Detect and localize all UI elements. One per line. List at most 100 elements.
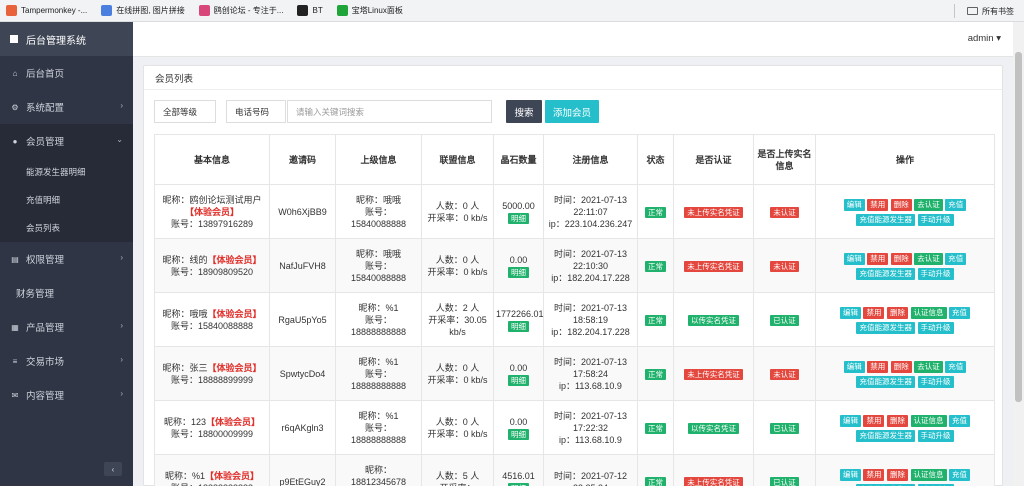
table-cell: 人数：0 人开采率：0 kb/s (421, 400, 494, 455)
action-button[interactable]: 充值 (945, 252, 967, 265)
action-button[interactable]: 删除 (887, 306, 908, 319)
action-button[interactable]: 禁用 (863, 414, 885, 427)
action-button[interactable]: 禁用 (863, 468, 885, 481)
crystal-detail-button[interactable]: 明细 (508, 482, 529, 486)
table-cell: 人数：0 人开采率：0 kb/s (421, 238, 494, 293)
table-cell: NafJuFVH8 (269, 238, 336, 293)
user-menu[interactable]: admin ▾ (968, 33, 1001, 44)
action-button[interactable]: 手动升级 (917, 321, 954, 334)
sidebar-subitem[interactable]: 能源发生器明细 (0, 158, 133, 186)
table-cell: 昵称：18812345678账号： (335, 454, 422, 486)
table-cell: 昵称：鸥创论坛测试用户【体验会员】 账号：13897916289 (154, 184, 270, 239)
action-button[interactable]: 去认证 (914, 198, 943, 211)
column-header: 晶石数量 (493, 134, 544, 185)
all-bookmarks[interactable]: 所有书签 (954, 0, 1014, 22)
action-button[interactable]: 充值 (945, 198, 967, 211)
field-select[interactable]: 电话号码 (226, 100, 286, 123)
actions-cell: 编辑 禁用 删除 去认证 充值 充值能源发生器 手动升级 (815, 184, 995, 239)
action-button[interactable]: 去认证 (914, 360, 943, 373)
member-nickname: 昵称：鸥创论坛测试用户 (162, 194, 262, 205)
action-button[interactable]: 充值能源发生器 (856, 267, 915, 280)
brand[interactable]: 后台管理系统 (0, 22, 133, 56)
action-button[interactable]: 充值 (949, 468, 971, 481)
action-button[interactable]: 认证信息 (910, 306, 947, 319)
crystal-detail-button[interactable]: 明细 (508, 266, 529, 278)
scrollbar-thumb[interactable] (1015, 52, 1022, 402)
crystal-detail-button[interactable]: 明细 (508, 212, 529, 224)
action-button[interactable]: 手动升级 (917, 375, 954, 388)
action-button[interactable]: 编辑 (843, 198, 865, 211)
action-button[interactable]: 充值 (949, 306, 971, 319)
bookmark-item[interactable]: 在线拼图, 图片拼接 (101, 5, 185, 16)
sidebar-item[interactable]: ⌂ 后台首页 (0, 56, 133, 90)
action-button[interactable]: 删除 (887, 468, 908, 481)
collapse-sidebar-button[interactable]: ‹ (104, 462, 122, 476)
action-button[interactable]: 删除 (887, 414, 908, 427)
action-button[interactable]: 认证信息 (910, 468, 947, 481)
action-button[interactable]: 禁用 (863, 306, 885, 319)
parent-nickname: 昵称：%1 (358, 410, 399, 421)
action-button[interactable]: 手动升级 (917, 429, 954, 442)
crystal-detail-button[interactable]: 明细 (508, 320, 529, 332)
grid-icon: ▦ (11, 322, 19, 332)
sidebar-item[interactable]: ▤ 权限管理 › (0, 242, 133, 276)
bookmark-item[interactable]: Tampermonkey -... (6, 5, 87, 16)
action-button[interactable]: 删除 (890, 252, 912, 265)
action-button[interactable]: 去认证 (914, 252, 943, 265)
bookmark-item[interactable]: BT (297, 5, 323, 16)
status-badge: 正常 (645, 476, 666, 486)
table-cell: p9EtEGuy2 (269, 454, 336, 486)
search-button[interactable]: 搜索 (506, 100, 542, 123)
action-button[interactable]: 充值 (945, 360, 967, 373)
table-cell: 1772266.01 明细 (493, 292, 544, 347)
column-header: 邀请码 (269, 134, 336, 185)
action-button[interactable]: 编辑 (839, 306, 861, 319)
sidebar-item[interactable]: ⚙ 系统配置 › (0, 90, 133, 124)
table-cell: 正常 (637, 184, 674, 239)
table-row: 昵称：123【体验会员】 账号：18800009999 r6qAKgln3 昵称：%1… (154, 400, 995, 455)
sidebar-subitem[interactable]: 充值明细 (0, 186, 133, 214)
action-button[interactable]: 编辑 (843, 252, 865, 265)
action-button[interactable]: 编辑 (843, 360, 865, 373)
action-button[interactable]: 充值 (949, 414, 971, 427)
register-ip: ip：113.68.10.9 (559, 434, 622, 445)
table-cell: 正常 (637, 238, 674, 293)
crystal-detail-button[interactable]: 明细 (508, 374, 529, 386)
action-button[interactable]: 充值能源发生器 (856, 321, 915, 334)
action-button[interactable]: 禁用 (867, 252, 889, 265)
crystal-detail-button[interactable]: 明细 (508, 428, 529, 440)
sidebar-item[interactable]: ✉ 内容管理 › (0, 378, 133, 412)
action-button[interactable]: 认证信息 (910, 414, 947, 427)
level-select[interactable]: 全部等级 (154, 100, 216, 123)
sidebar-item[interactable]: ● 会员管理 ⌄ (0, 124, 133, 158)
action-button[interactable]: 手动升级 (917, 213, 954, 226)
search-input[interactable]: 请输入关键词搜索 (287, 100, 492, 123)
action-button[interactable]: 删除 (890, 360, 912, 373)
action-button[interactable]: 禁用 (867, 198, 889, 211)
table-cell: 已认证 (753, 400, 816, 455)
action-button[interactable]: 编辑 (839, 468, 861, 481)
table-cell: 昵称：张三【体验会员】 账号：18888899999 (154, 346, 270, 401)
page-scrollbar[interactable] (1013, 22, 1024, 486)
bookmark-item[interactable]: 鸥创论坛 - 专注于... (198, 5, 283, 16)
chevron-right-icon: › (120, 101, 123, 110)
action-button[interactable]: 编辑 (839, 414, 861, 427)
action-button[interactable]: 充值能源发生器 (856, 213, 915, 226)
add-member-button[interactable]: 添加会员 (545, 100, 599, 123)
action-button[interactable]: 充值能源发生器 (856, 429, 915, 442)
column-header: 上级信息 (335, 134, 422, 185)
action-button[interactable]: 充值能源发生器 (856, 375, 915, 388)
table-cell: 未上传实名凭证 (673, 184, 754, 239)
sidebar-item-label: 系统配置 (26, 103, 65, 114)
action-button[interactable]: 删除 (890, 198, 912, 211)
sidebar-subitem[interactable]: 会员列表 (0, 214, 133, 242)
action-button[interactable]: 禁用 (867, 360, 889, 373)
bookmark-label: BT (312, 6, 323, 15)
sidebar-item[interactable]: ▦ 产品管理 › (0, 310, 133, 344)
sidebar-item[interactable]: 财务管理 (0, 276, 133, 310)
mining-rate: 开采率： (439, 483, 475, 486)
sidebar-item[interactable]: ≡ 交易市场 › (0, 344, 133, 378)
bookmark-item[interactable]: 宝塔Linux面板 (336, 5, 403, 16)
action-button[interactable]: 手动升级 (917, 267, 954, 280)
parent-nickname: 昵称：哦哦 (355, 248, 401, 259)
